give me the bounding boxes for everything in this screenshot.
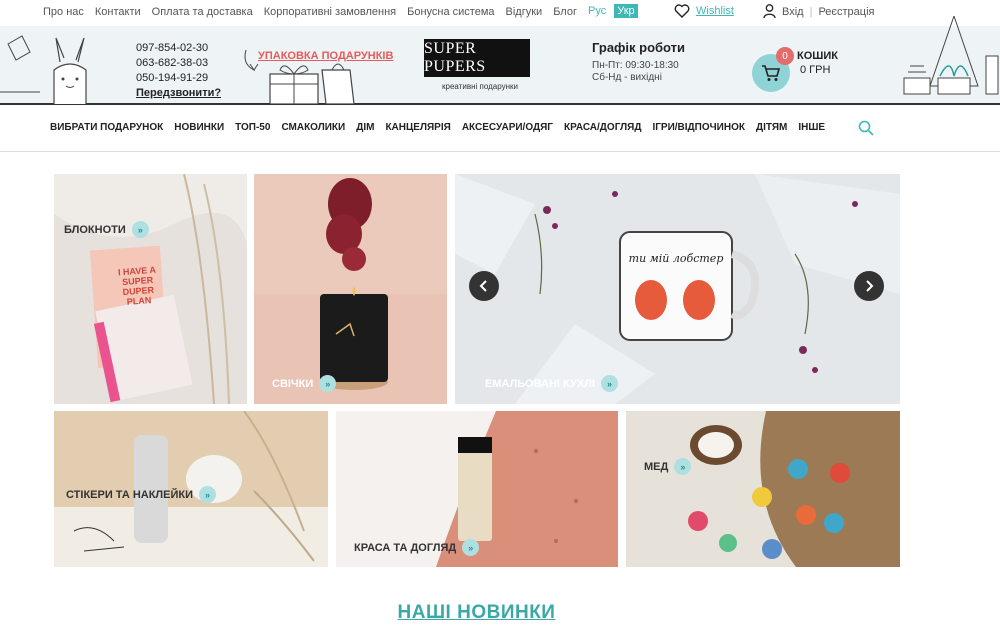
category-tile-beauty[interactable]: КРАСА ТА ДОГЛЯД » bbox=[336, 411, 618, 567]
link-blog[interactable]: Блог bbox=[553, 6, 577, 18]
cart-title: КОШИК bbox=[797, 50, 838, 62]
beauty-label: КРАСА ТА ДОГЛЯД bbox=[354, 541, 457, 554]
top-links: Про нас Контакти Оплата та доставка Корп… bbox=[43, 6, 577, 18]
search-icon[interactable] bbox=[858, 120, 874, 136]
top-bar: Про нас Контакти Оплата та доставка Корп… bbox=[0, 0, 1000, 26]
nav-top50[interactable]: ТОП-50 bbox=[235, 122, 270, 133]
honey-label: МЕД bbox=[644, 460, 669, 473]
auth-separator: | bbox=[809, 5, 813, 18]
phone-list: 097-854-02-30 063-682-38-03 050-194-91-2… bbox=[136, 41, 221, 101]
tile-label-candles: СВІЧКИ » bbox=[272, 375, 337, 392]
phone-1[interactable]: 097-854-02-30 bbox=[136, 41, 221, 56]
chevron-right-icon bbox=[866, 280, 874, 292]
category-tile-stickers[interactable]: СТІКЕРИ ТА НАКЛЕЙКИ » bbox=[54, 411, 328, 567]
tile-label-notebooks: БЛОКНОТИ » bbox=[64, 221, 149, 238]
login-link[interactable]: Вхід bbox=[782, 6, 804, 18]
nav-new[interactable]: НОВИНКИ bbox=[174, 122, 224, 133]
schedule-weekdays: Пн-Пт: 09:30-18:30 bbox=[592, 60, 679, 71]
chevron-right-icon: » bbox=[319, 375, 337, 392]
language-switch: Рус Укр bbox=[585, 4, 638, 18]
chevron-right-icon: » bbox=[131, 221, 149, 238]
phone-2[interactable]: 063-682-38-03 bbox=[136, 56, 221, 71]
slider-prev-button[interactable] bbox=[469, 271, 499, 301]
tile-label-beauty: КРАСА ТА ДОГЛЯД » bbox=[354, 539, 480, 556]
nav-accessories[interactable]: АКСЕСУАРИ/ОДЯГ bbox=[462, 122, 553, 133]
wishlist-label: Wishlist bbox=[696, 5, 734, 17]
link-reviews[interactable]: Відгуки bbox=[506, 6, 543, 18]
nav-choose-gift[interactable]: ВИБРАТИ ПОДАРУНОК bbox=[50, 122, 163, 133]
tile-label-honey: МЕД » bbox=[644, 458, 692, 475]
schedule-weekend: Сб-Нд - вихідні bbox=[592, 72, 662, 83]
link-about[interactable]: Про нас bbox=[43, 6, 84, 18]
gift-wrap-link[interactable]: УПАКОВКА ПОДАРУНКІВ bbox=[258, 50, 393, 62]
chevron-left-icon bbox=[479, 280, 487, 292]
callback-link[interactable]: Передзвонити? bbox=[136, 86, 221, 101]
chevron-right-icon: » bbox=[199, 486, 217, 503]
link-corporate[interactable]: Корпоративні замовлення bbox=[264, 6, 396, 18]
category-tile-mugs[interactable]: ти мій лобстер ЕМАЛЬОВАНІ КУХЛІ » bbox=[455, 174, 900, 404]
nav-kids[interactable]: ДІТЯМ bbox=[756, 122, 787, 133]
nav-games[interactable]: ІГРИ/ВІДПОЧИНОК bbox=[652, 122, 745, 133]
bunny-illustration bbox=[0, 35, 87, 104]
mugs-label: ЕМАЛЬОВАНІ КУХЛІ bbox=[485, 377, 595, 390]
slider-next-button[interactable] bbox=[854, 271, 884, 301]
tile-label-mugs: ЕМАЛЬОВАНІ КУХЛІ » bbox=[485, 375, 618, 392]
chevron-right-icon: » bbox=[600, 375, 618, 392]
nav-stationery[interactable]: КАНЦЕЛЯРІЯ bbox=[385, 122, 450, 133]
phone-3[interactable]: 050-194-91-29 bbox=[136, 71, 221, 86]
main-nav: ВИБРАТИ ПОДАРУНОК НОВИНКИ ТОП-50 СМАКОЛИ… bbox=[0, 106, 1000, 152]
cart-total: 0 ГРН bbox=[800, 64, 831, 76]
candles-photo bbox=[254, 174, 447, 404]
header: 097-854-02-30 063-682-38-03 050-194-91-2… bbox=[0, 16, 1000, 105]
chevron-right-icon: » bbox=[674, 458, 692, 475]
plant-illustration bbox=[903, 16, 999, 95]
notebooks-label: БЛОКНОТИ bbox=[64, 223, 126, 236]
register-link[interactable]: Реєстрація bbox=[818, 6, 874, 18]
lang-ua[interactable]: Укр bbox=[614, 4, 638, 18]
mug-text: ти мій лобстер bbox=[628, 252, 724, 265]
nav-home[interactable]: ДІМ bbox=[356, 122, 374, 133]
category-tile-honey[interactable]: МЕД » bbox=[626, 411, 900, 567]
logo-tagline: креативні подарунки bbox=[442, 82, 518, 91]
link-bonus[interactable]: Бонусна система bbox=[407, 6, 494, 18]
heart-icon bbox=[674, 4, 690, 18]
category-tile-candles[interactable]: СВІЧКИ » bbox=[254, 174, 447, 404]
auth-links: Вхід | Реєстрація bbox=[763, 4, 875, 19]
nav-other[interactable]: ІНШЕ bbox=[798, 122, 825, 133]
section-title-new[interactable]: НАШІ НОВИНКИ bbox=[0, 602, 953, 624]
schedule-title: Графік роботи bbox=[592, 40, 686, 55]
nav-treats[interactable]: СМАКОЛИКИ bbox=[281, 122, 345, 133]
nav-items: ВИБРАТИ ПОДАРУНОК НОВИНКИ ТОП-50 СМАКОЛИ… bbox=[50, 122, 825, 133]
link-contacts[interactable]: Контакти bbox=[95, 6, 141, 18]
link-payment-delivery[interactable]: Оплата та доставка bbox=[152, 6, 253, 18]
nav-beauty[interactable]: КРАСА/ДОГЛЯД bbox=[564, 122, 642, 133]
cart-count-badge: 0 bbox=[776, 47, 794, 65]
tile-label-stickers: СТІКЕРИ ТА НАКЛЕЙКИ » bbox=[66, 486, 217, 503]
stickers-label: СТІКЕРИ ТА НАКЛЕЙКИ bbox=[66, 488, 194, 501]
site-logo[interactable]: SUPER PUPERS bbox=[424, 39, 530, 77]
chevron-right-icon: » bbox=[462, 539, 480, 556]
honey-photo bbox=[626, 411, 900, 567]
user-icon bbox=[763, 4, 776, 19]
candles-label: СВІЧКИ bbox=[272, 377, 314, 390]
cart-icon bbox=[762, 65, 781, 81]
notebook-cover-text: I HAVE A SUPER DUPER PLAN bbox=[117, 264, 157, 307]
mugs-photo bbox=[455, 174, 900, 404]
work-schedule: Графік роботи Пн-Пт: 09:30-18:30 Сб-Нд -… bbox=[592, 40, 685, 84]
wishlist-link[interactable]: Wishlist bbox=[674, 4, 734, 18]
category-tile-notebooks[interactable]: I HAVE A SUPER DUPER PLAN БЛОКНОТИ » bbox=[54, 174, 247, 404]
lang-ru[interactable]: Рус bbox=[585, 4, 609, 18]
